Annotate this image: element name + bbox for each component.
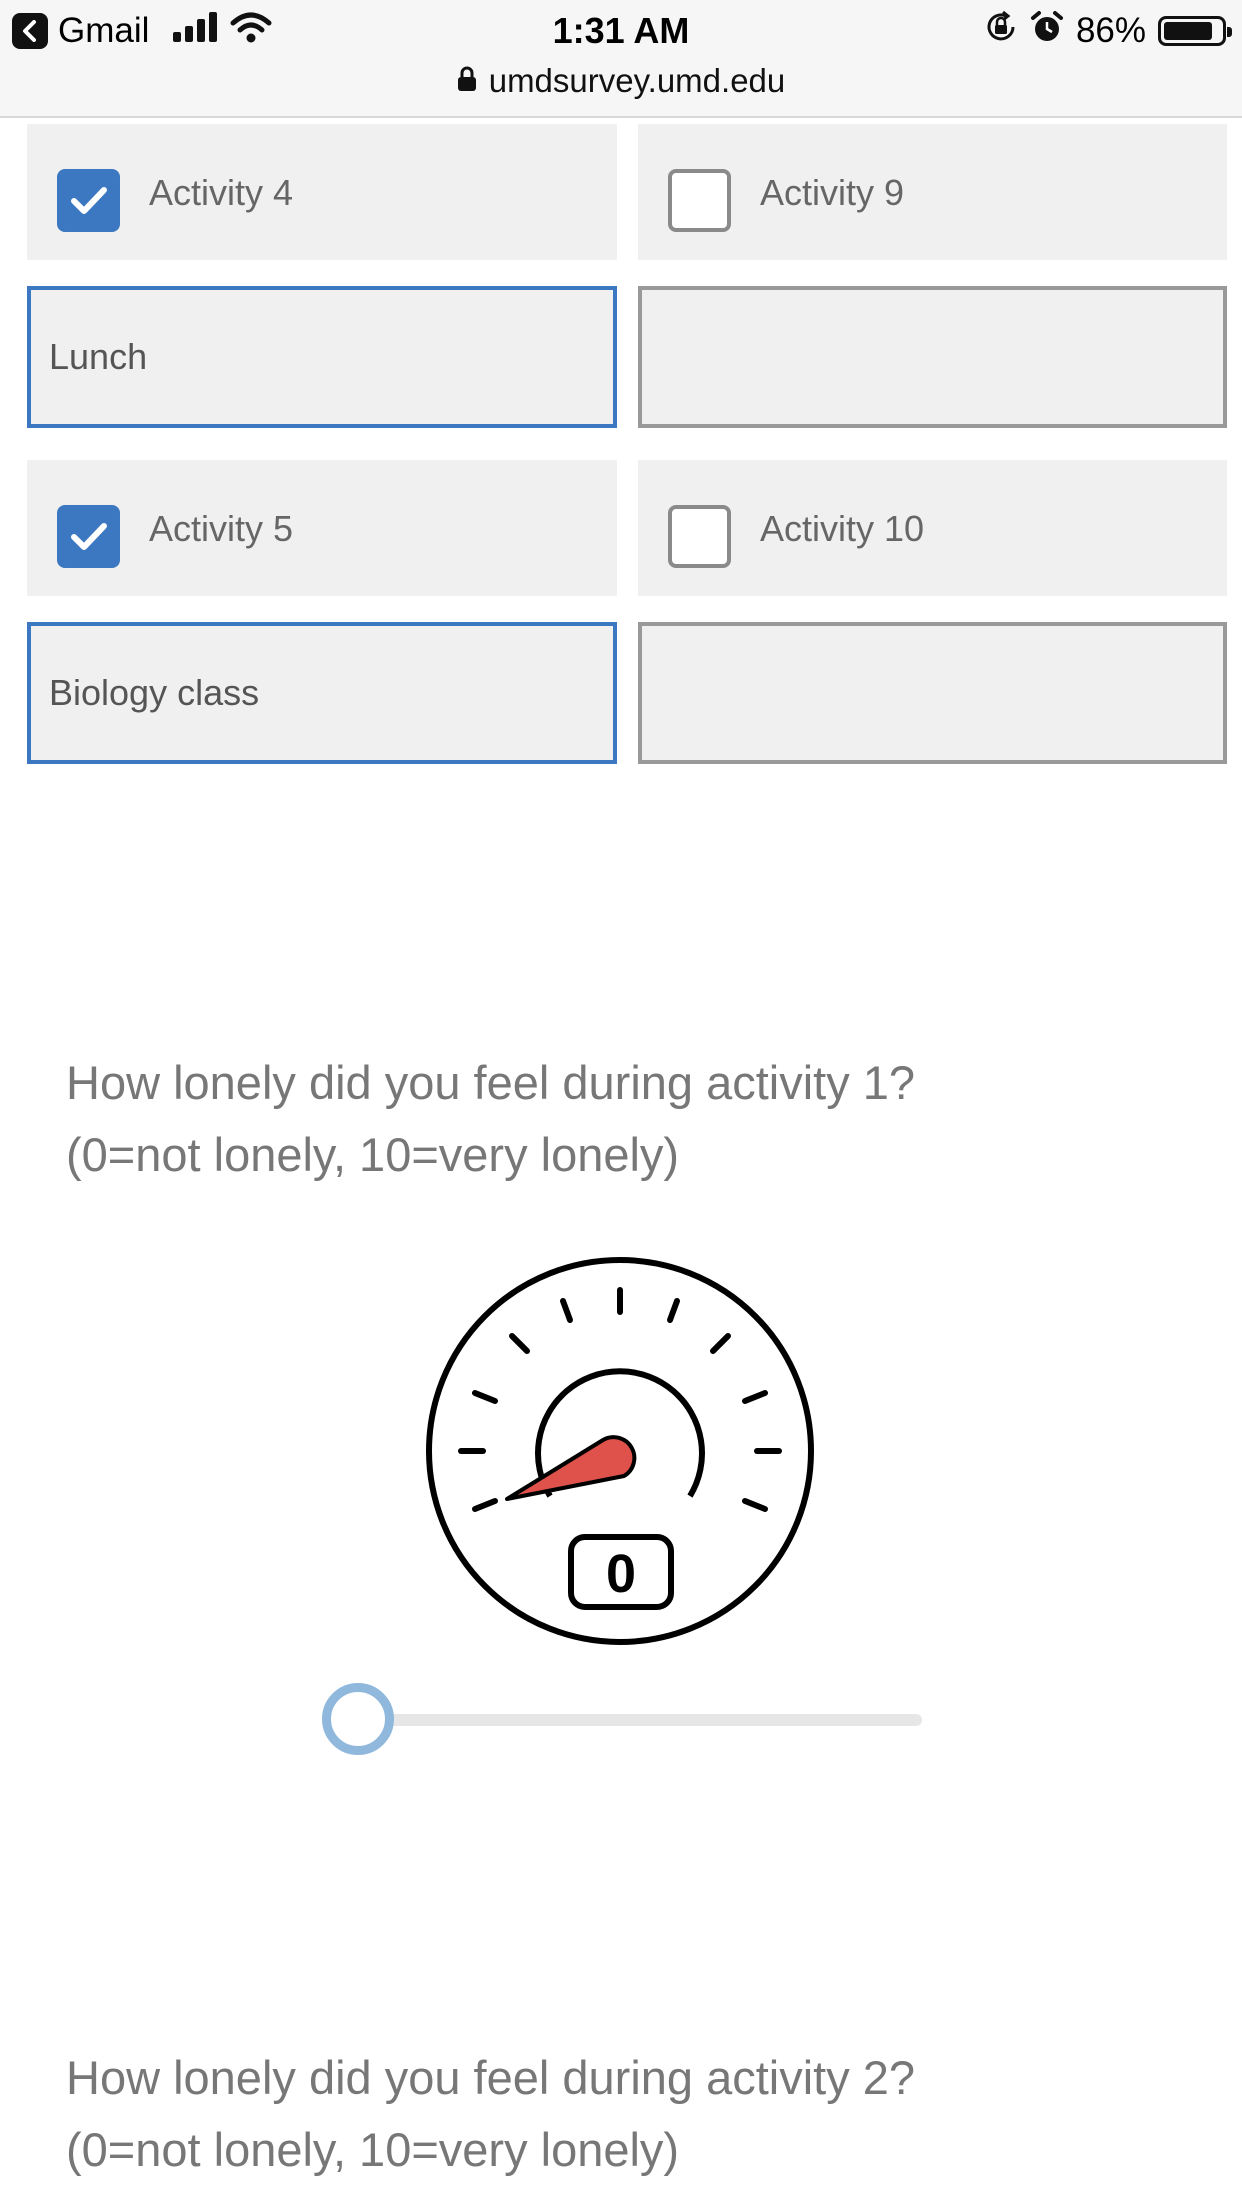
- checkmark-icon: [70, 186, 107, 214]
- activity-4-description-field[interactable]: [27, 286, 617, 428]
- question-2-line-1: How lonely did you feel during activity …: [66, 2051, 916, 2104]
- question-1-line-2: (0=not lonely, 10=very lonely): [66, 1128, 680, 1181]
- checkmark-icon: [70, 522, 107, 550]
- activity-5-option[interactable]: Activity 5: [27, 460, 617, 596]
- activity-10-checkbox[interactable]: [668, 505, 731, 568]
- activity-10-description-field[interactable]: [638, 622, 1227, 764]
- browser-status-bar: Gmail 1:31 AM 86% umdsurvey.umd.edu: [0, 0, 1242, 118]
- activity-5-description-input[interactable]: [31, 626, 613, 760]
- activity-4-checkbox[interactable]: [57, 169, 120, 232]
- address-bar[interactable]: umdsurvey.umd.edu: [0, 58, 1242, 104]
- slider-track[interactable]: [357, 1714, 922, 1726]
- activity-9-checkbox[interactable]: [668, 169, 731, 232]
- battery-percent: 86%: [1075, 11, 1146, 50]
- activity-9-option[interactable]: Activity 9: [638, 124, 1227, 260]
- question-2-text: How lonely did you feel during activity …: [66, 2042, 1166, 2186]
- loneliness-gauge-icon: 0: [426, 1257, 814, 1645]
- activity-10-description-input[interactable]: [642, 626, 1223, 760]
- activity-10-label: Activity 10: [760, 508, 925, 549]
- gauge-value: 0: [606, 1544, 636, 1604]
- activity-9-label: Activity 9: [760, 172, 905, 213]
- activity-9-description-input[interactable]: [642, 290, 1223, 424]
- question-2-line-2: (0=not lonely, 10=very lonely): [66, 2123, 680, 2176]
- activity-4-description-input[interactable]: [31, 290, 613, 424]
- activity-9-description-field[interactable]: [638, 286, 1227, 428]
- status-right-group: 86%: [984, 6, 1232, 56]
- question-1-line-1: How lonely did you feel during activity …: [66, 1056, 916, 1109]
- activity-10-option[interactable]: Activity 10: [638, 460, 1227, 596]
- question-1-slider[interactable]: [322, 1683, 922, 1755]
- activity-4-label: Activity 4: [149, 172, 294, 213]
- activity-5-description-field[interactable]: [27, 622, 617, 764]
- battery-level-fill: [1164, 22, 1213, 40]
- activity-4-option[interactable]: Activity 4: [27, 124, 617, 260]
- orientation-lock-icon: [984, 10, 1018, 53]
- question-1-text: How lonely did you feel during activity …: [66, 1047, 1166, 1191]
- url-text[interactable]: umdsurvey.umd.edu: [489, 62, 786, 100]
- lock-icon: [457, 62, 477, 100]
- activity-5-checkbox[interactable]: [57, 505, 120, 568]
- alarm-icon: [1030, 10, 1064, 53]
- activity-5-label: Activity 5: [149, 508, 294, 549]
- slider-thumb[interactable]: [322, 1683, 394, 1755]
- battery-icon: [1158, 16, 1232, 46]
